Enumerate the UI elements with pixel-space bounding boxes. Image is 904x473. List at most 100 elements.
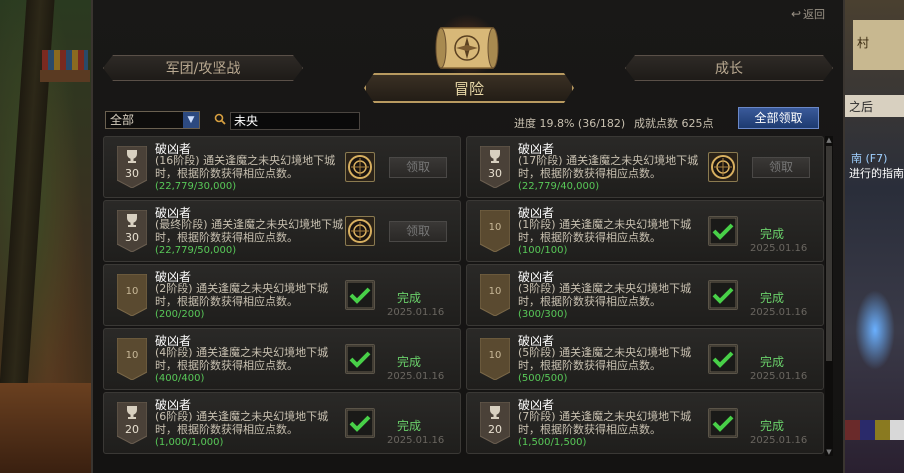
achievement-progress: (22,779/50,000)	[155, 245, 237, 256]
badge-points: 10	[488, 222, 502, 233]
achievement-progress: (22,779/30,000)	[155, 181, 237, 192]
scroll-down-icon[interactable]: ▼	[825, 448, 833, 456]
claim-all-button[interactable]: 全部领取	[738, 107, 819, 129]
achievement-card[interactable]: 30 破凶者 (16阶段) 通关逢魔之未央幻境地下城时，根据阶数获得相应点数。 (22…	[103, 136, 461, 198]
achievement-card[interactable]: 10 破凶者 (1阶段) 通关逢魔之未央幻境地下城时，根据阶数获得相应点数。 (100…	[466, 200, 824, 262]
completed-label: 完成	[397, 291, 422, 305]
badge-points: 20	[125, 423, 139, 436]
completion-date: 2025.01.16	[387, 371, 445, 382]
reward-emblem-icon	[345, 216, 375, 246]
achievement-card[interactable]: 30 破凶者 (17阶段) 通关逢魔之未央幻境地下城时，根据阶数获得相应点数。 (22…	[466, 136, 824, 198]
badge-points: 10	[488, 286, 502, 297]
achievement-card[interactable]: 20 破凶者 (7阶段) 通关逢魔之未央幻境地下城时，根据阶数获得相应点数。 (1,5…	[466, 392, 824, 454]
claim-button[interactable]: 领取	[389, 157, 447, 178]
achievement-card[interactable]: 10 破凶者 (5阶段) 通关逢魔之未央幻境地下城时，根据阶数获得相应点数。 (500…	[466, 328, 824, 390]
bookshelf	[40, 70, 90, 82]
badge-points: 30	[125, 167, 139, 180]
checkmark-icon	[708, 344, 738, 374]
achievement-card[interactable]: 10 破凶者 (4阶段) 通关逢魔之未央幻境地下城时，根据阶数获得相应点数。 (400…	[103, 328, 461, 390]
magic-glow	[855, 290, 895, 370]
badge-points: 20	[488, 423, 502, 436]
tab-growth[interactable]: 成长	[625, 55, 833, 81]
completed-label: 完成	[397, 355, 422, 369]
checkmark-icon	[345, 280, 375, 310]
reward-emblem-icon	[708, 152, 738, 182]
achievement-progress: (500/500)	[518, 373, 568, 384]
completion-date: 2025.01.16	[750, 307, 808, 318]
scroll-compass-emblem-icon	[435, 14, 499, 74]
chevron-down-icon[interactable]: ▼	[183, 112, 199, 128]
return-label: 返回	[803, 8, 825, 21]
tab-legion[interactable]: 军团/攻坚战	[103, 55, 303, 81]
completion-date: 2025.01.16	[387, 307, 445, 318]
achievement-points-text: 成就点数 625点	[634, 117, 714, 130]
achievement-card[interactable]: 10 破凶者 (2阶段) 通关逢魔之未央幻境地下城时，根据阶数获得相应点数。 (200…	[103, 264, 461, 326]
reward-emblem-icon	[345, 152, 375, 182]
return-arrow-icon: ↩	[790, 7, 801, 21]
achievement-description: (1阶段) 通关逢魔之未央幻境地下城时，根据阶数获得相应点数。	[518, 218, 692, 244]
badge-points: 30	[125, 231, 139, 244]
completion-date: 2025.01.16	[750, 435, 808, 446]
achievement-description: (最终阶段) 通关逢魔之未央幻境地下城时，根据阶数获得相应点数。	[155, 218, 344, 244]
status-icons[interactable]	[845, 420, 904, 440]
search-icon	[214, 113, 226, 125]
rank-badge-icon: 10	[480, 274, 510, 316]
achievement-description: (3阶段) 通关逢魔之未央幻境地下城时，根据阶数获得相应点数。	[518, 282, 692, 308]
trophy-badge-icon: 30	[117, 210, 147, 252]
claim-button[interactable]: 领取	[389, 221, 447, 242]
completed-label: 完成	[397, 419, 422, 433]
checkmark-icon	[708, 216, 738, 246]
badge-points: 10	[488, 350, 502, 361]
achievement-description: (6阶段) 通关逢魔之未央幻境地下城时，根据阶数获得相应点数。	[155, 410, 329, 436]
badge-points: 10	[125, 350, 139, 361]
game-background-left	[0, 0, 95, 473]
trophy-badge-icon: 20	[117, 402, 147, 444]
tab-adventure[interactable]: 冒险	[364, 73, 574, 103]
completed-label: 完成	[760, 227, 785, 241]
search-input[interactable]: 未央	[230, 112, 360, 130]
category-filter-select[interactable]: 全部 ▼	[105, 111, 200, 129]
achievement-description: (2阶段) 通关逢魔之未央幻境地下城时，根据阶数获得相应点数。	[155, 282, 329, 308]
rank-badge-icon: 10	[480, 210, 510, 252]
category-filter-value: 全部	[110, 113, 135, 127]
trophy-badge-icon: 30	[480, 146, 510, 188]
after-sign: 之后	[845, 95, 904, 117]
achievement-card[interactable]: 20 破凶者 (6阶段) 通关逢魔之未央幻境地下城时，根据阶数获得相应点数。 (1,0…	[103, 392, 461, 454]
completion-date: 2025.01.16	[750, 371, 808, 382]
claim-button[interactable]: 领取	[752, 157, 810, 178]
achievement-card[interactable]: 10 破凶者 (3阶段) 通关逢魔之未央幻境地下城时，根据阶数获得相应点数。 (300…	[466, 264, 824, 326]
badge-points: 10	[125, 286, 139, 297]
floor	[0, 383, 95, 473]
rank-badge-icon: 10	[480, 338, 510, 380]
achievement-window: ↩ 返回 军团/攻坚战 成长 冒险 全部 ▼ 未央 进度 19.8% (36/18…	[91, 0, 845, 473]
achievement-progress: (1,500/1,500)	[518, 437, 587, 448]
achievement-description: (5阶段) 通关逢魔之未央幻境地下城时，根据阶数获得相应点数。	[518, 346, 692, 372]
achievement-description: (4阶段) 通关逢魔之未央幻境地下城时，根据阶数获得相应点数。	[155, 346, 329, 372]
scrollbar-thumb[interactable]	[826, 146, 832, 361]
completed-label: 完成	[760, 291, 785, 305]
game-background-right: 村 之后 南 (F7) 进行的指南	[845, 0, 904, 473]
checkmark-icon	[345, 408, 375, 438]
achievement-progress: (22,779/40,000)	[518, 181, 600, 192]
achievement-progress: (1,000/1,000)	[155, 437, 224, 448]
scrollbar[interactable]: ▲ ▼	[825, 136, 833, 456]
achievement-progress: (400/400)	[155, 373, 205, 384]
completed-label: 完成	[760, 355, 785, 369]
return-button[interactable]: ↩ 返回	[791, 6, 825, 22]
achievement-card[interactable]: 30 破凶者 (最终阶段) 通关逢魔之未央幻境地下城时，根据阶数获得相应点数。 (22…	[103, 200, 461, 262]
achievement-list: 30 破凶者 (16阶段) 通关逢魔之未央幻境地下城时，根据阶数获得相应点数。 (22…	[103, 136, 824, 458]
scroll-up-icon[interactable]: ▲	[825, 136, 833, 144]
progress-text: 进度 19.8% (36/182)	[514, 117, 626, 130]
badge-points: 30	[488, 167, 502, 180]
checkmark-icon	[345, 344, 375, 374]
completed-label: 完成	[760, 419, 785, 433]
achievement-progress: (300/300)	[518, 309, 568, 320]
checkmark-icon	[708, 408, 738, 438]
achievement-progress: (100/100)	[518, 245, 568, 256]
guide-label[interactable]: 南 (F7)	[851, 150, 887, 166]
achievement-description: (16阶段) 通关逢魔之未央幻境地下城时，根据阶数获得相应点数。	[155, 154, 336, 180]
completion-date: 2025.01.16	[750, 243, 808, 254]
completion-date: 2025.01.16	[387, 435, 445, 446]
rank-badge-icon: 10	[117, 338, 147, 380]
achievement-progress: (200/200)	[155, 309, 205, 320]
